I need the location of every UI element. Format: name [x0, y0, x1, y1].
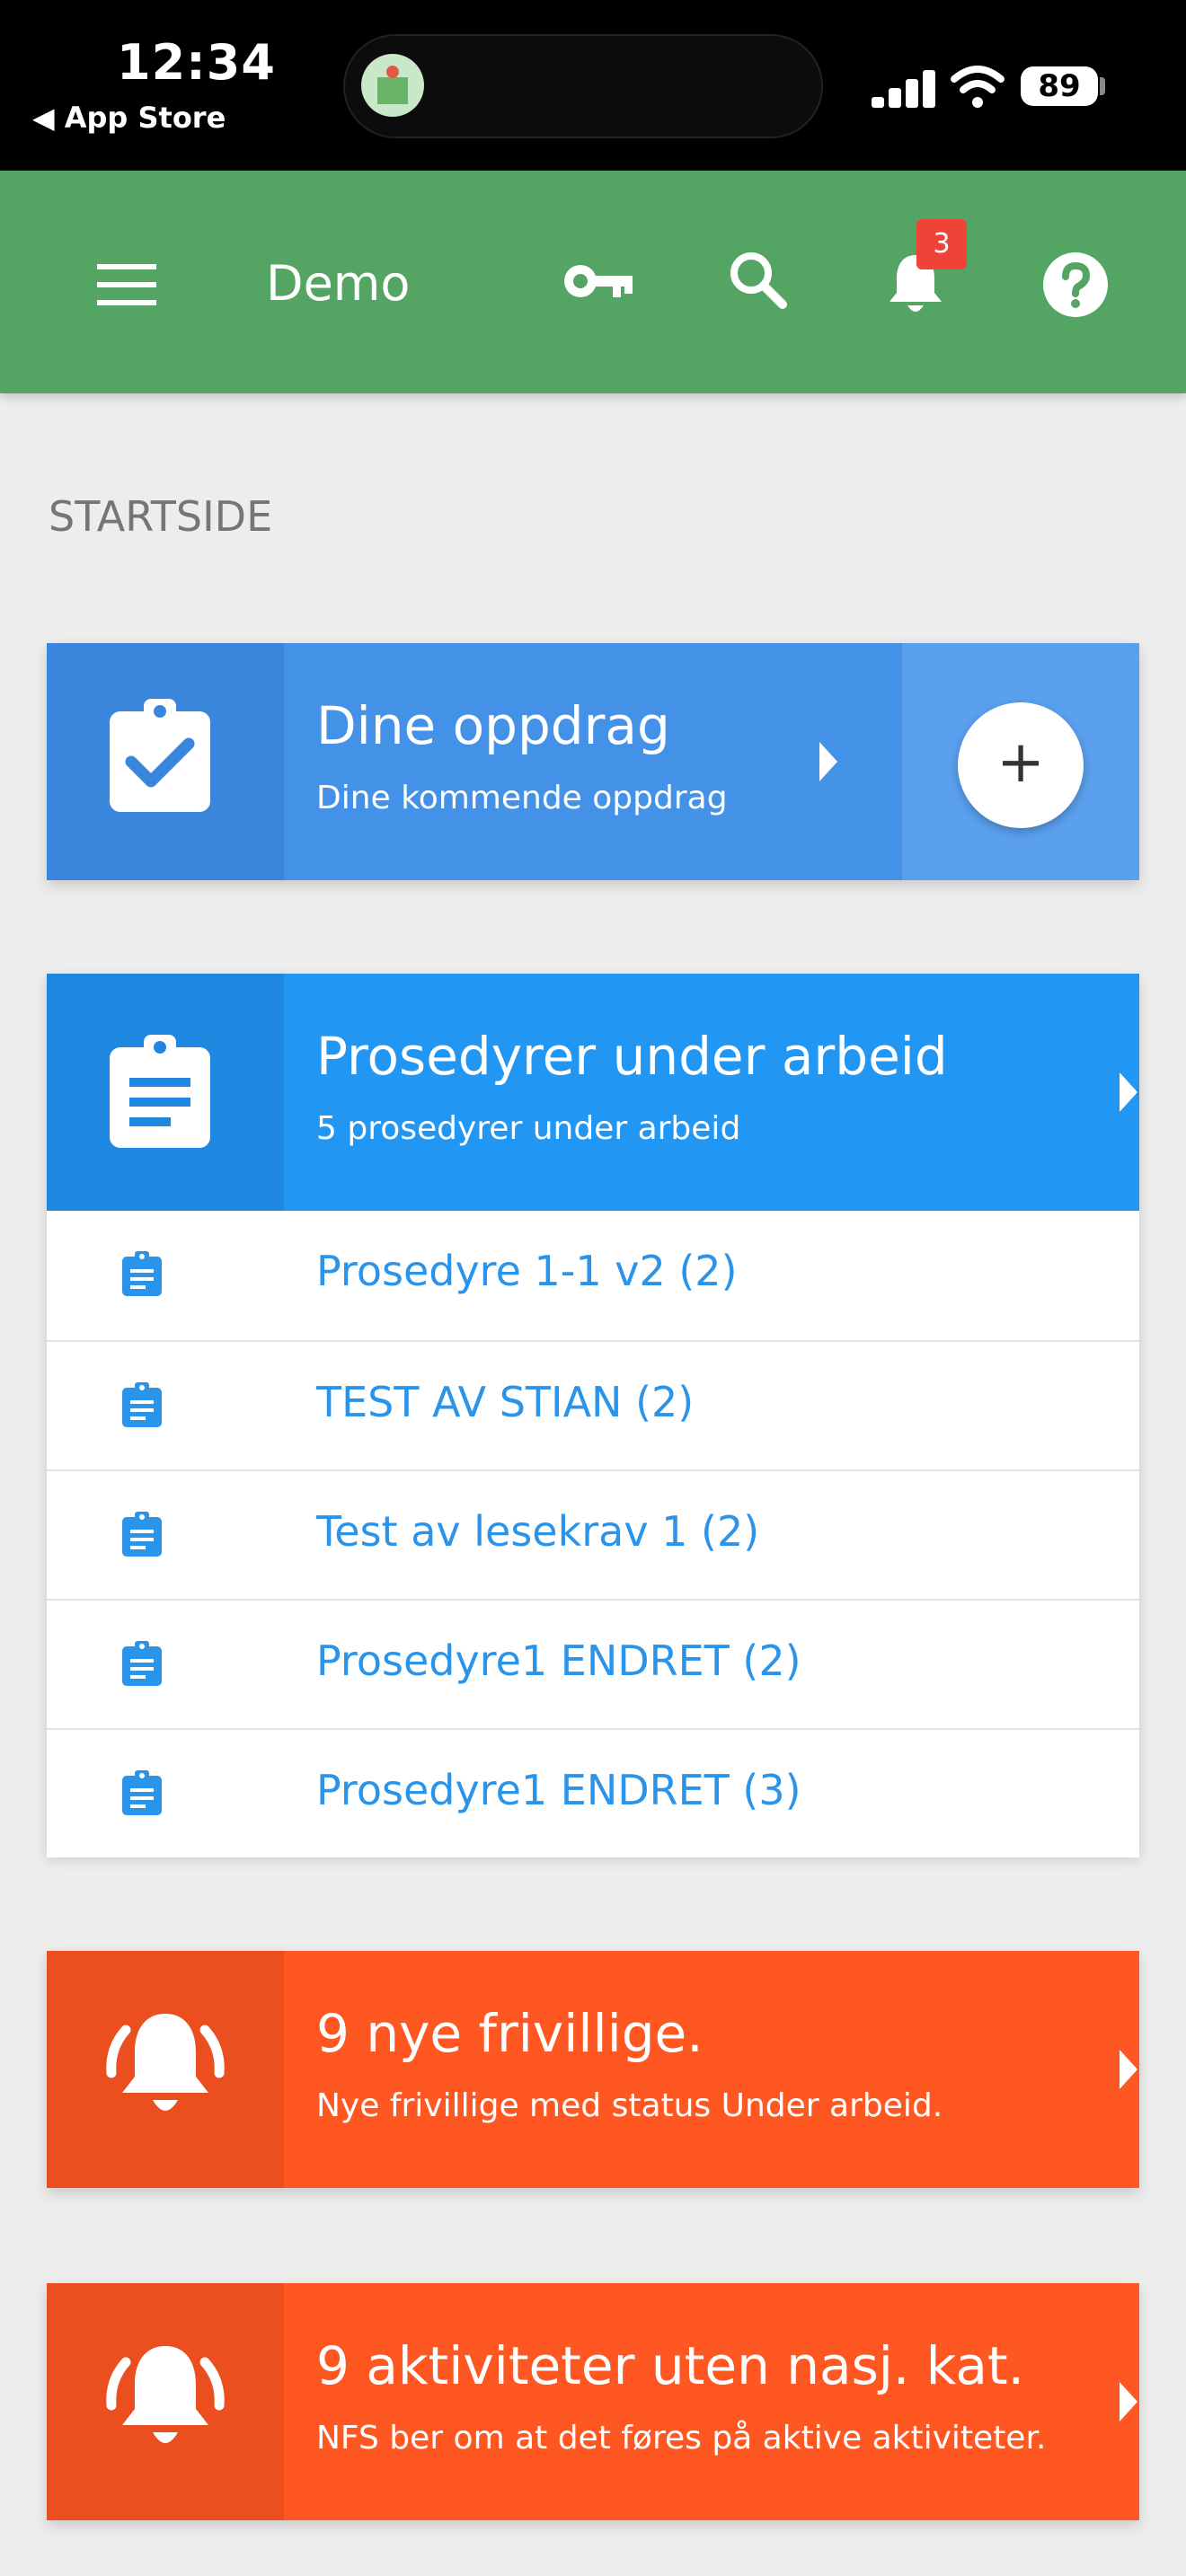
notification-badge: 3 — [916, 219, 967, 269]
page-title: STARTSIDE — [49, 492, 273, 541]
procedures-title: Prosedyrer under arbeid — [316, 1026, 948, 1087]
procedure-list-item[interactable]: TEST AV STIAN (2) — [47, 1340, 1139, 1469]
procedure-icon — [122, 1512, 162, 1557]
ringing-bell-icon — [106, 2346, 225, 2443]
key-icon[interactable] — [562, 260, 634, 302]
procedure-list-item[interactable]: Test av lesekrav 1 (2) — [47, 1469, 1139, 1599]
procedure-icon — [122, 1251, 162, 1296]
clipboard-check-icon — [110, 699, 210, 812]
volunteers-icon-box — [47, 1951, 284, 2188]
back-arrow-icon: ◀ — [32, 101, 65, 135]
activities-card[interactable]: 9 aktiviteter uten nasj. kat. NFS ber om… — [47, 2283, 1139, 2520]
procedures-text: Prosedyrer under arbeid 5 prosedyrer und… — [284, 974, 1139, 1211]
menu-icon[interactable] — [97, 264, 156, 305]
ringing-bell-icon — [106, 2014, 225, 2111]
procedure-list-item[interactable]: Prosedyre1 ENDRET (2) — [47, 1599, 1139, 1728]
search-icon[interactable] — [728, 250, 787, 309]
volunteers-card[interactable]: 9 nye frivillige. Nye frivillige med sta… — [47, 1951, 1139, 2188]
procedure-list-item[interactable]: Prosedyre1 ENDRET (3) — [47, 1728, 1139, 1857]
procedure-label: Prosedyre1 ENDRET (2) — [316, 1636, 801, 1685]
procedure-icon — [122, 1641, 162, 1686]
procedures-card: Prosedyrer under arbeid 5 prosedyrer und… — [47, 974, 1139, 1857]
status-bar: 12:34 ◀ App Store 89 — [0, 0, 1186, 171]
wifi-icon — [951, 66, 1005, 108]
assignments-text[interactable]: Dine oppdrag Dine kommende oppdrag — [284, 643, 902, 880]
volunteers-subtitle: Nye frivillige med status Under arbeid. — [316, 2087, 943, 2124]
volunteers-text: 9 nye frivillige. Nye frivillige med sta… — [284, 1951, 1139, 2188]
chevron-right-icon — [819, 742, 837, 781]
assignments-subtitle: Dine kommende oppdrag — [316, 780, 728, 816]
header-title: Demo — [266, 255, 411, 312]
procedures-subtitle: 5 prosedyrer under arbeid — [316, 1110, 741, 1147]
volunteers-title: 9 nye frivillige. — [316, 2003, 704, 2064]
procedure-icon — [122, 1382, 162, 1427]
procedure-icon — [122, 1770, 162, 1815]
procedures-icon-box — [47, 974, 284, 1211]
help-icon[interactable] — [1042, 251, 1109, 318]
procedure-label: TEST AV STIAN (2) — [316, 1378, 695, 1426]
procedure-list-item[interactable]: Prosedyre 1-1 v2 (2) — [47, 1211, 1139, 1340]
back-label: App Store — [64, 101, 226, 135]
activities-subtitle: NFS ber om at det føres på aktive aktivi… — [316, 2420, 1047, 2457]
add-assignment-button[interactable]: + — [958, 702, 1084, 828]
battery-nub — [1100, 77, 1105, 95]
activities-icon-box — [47, 2283, 284, 2520]
back-to-app-store[interactable]: ◀ App Store — [32, 101, 226, 135]
procedure-label: Test av lesekrav 1 (2) — [316, 1507, 760, 1556]
battery-icon: 89 — [1021, 66, 1098, 106]
chevron-right-icon — [1120, 1072, 1137, 1112]
procedure-label: Prosedyre1 ENDRET (3) — [316, 1766, 801, 1814]
status-time: 12:34 — [117, 34, 276, 91]
app-header: Demo 3 — [0, 171, 1186, 393]
chevron-right-icon — [1120, 2050, 1137, 2089]
activities-title: 9 aktiviteter uten nasj. kat. — [316, 2335, 1025, 2396]
signal-icon — [872, 70, 935, 108]
activities-text: 9 aktiviteter uten nasj. kat. NFS ber om… — [284, 2283, 1139, 2520]
clipboard-list-icon — [110, 1035, 210, 1148]
chevron-right-icon — [1120, 2382, 1137, 2422]
assignments-icon-box — [47, 643, 284, 880]
app-activity-icon — [361, 54, 424, 117]
procedures-header[interactable]: Prosedyrer under arbeid 5 prosedyrer und… — [47, 974, 1139, 1211]
procedure-label: Prosedyre 1-1 v2 (2) — [316, 1247, 738, 1295]
assignments-title: Dine oppdrag — [316, 695, 670, 756]
